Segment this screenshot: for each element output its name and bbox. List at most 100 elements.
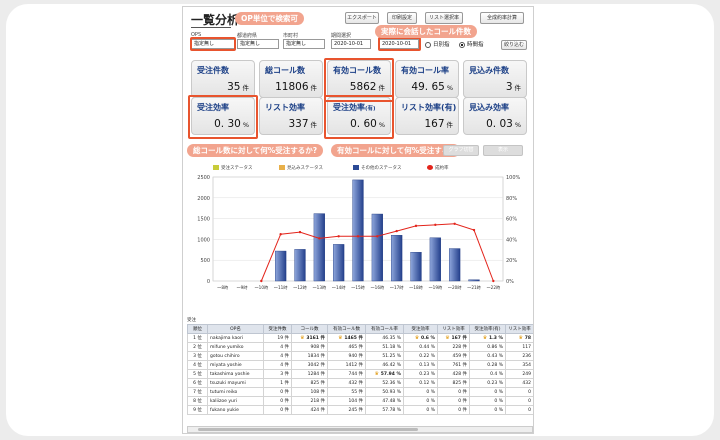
table-row[interactable]: 4 位 miyata yoshie 4 件 3042 件 1412 件 46.42 % 0.… [187, 360, 533, 370]
x-tick-label: 〜12時 [293, 285, 308, 290]
rate-point [260, 279, 263, 283]
callout-total-efficiency: 総コール数に対して何%受注するか? [187, 144, 324, 157]
export-button[interactable]: エクスポート [345, 12, 379, 24]
kpi-value: 337 件 [288, 118, 317, 130]
table-cell: ♛ 1465 件 [327, 333, 366, 343]
x-tick-label: 〜9時 [236, 285, 248, 290]
bar [410, 252, 422, 282]
x-tick-label: 〜13時 [312, 285, 327, 290]
table-header-cell[interactable]: 有効コール数 [327, 324, 366, 334]
table-cell: takashima yoshie [207, 369, 264, 379]
table-cell: 0 % [403, 387, 438, 397]
table-cell: 52.36 % [365, 378, 404, 388]
table-cell: tsuzuki mayumi [207, 378, 264, 388]
table-cell: 4 件 [263, 342, 292, 352]
rate-point [337, 235, 340, 238]
table-row[interactable]: 5 位 takashima yoshie 3 件 1284 件 744 件 ♛ 57.94… [187, 369, 533, 379]
highlight-date [378, 37, 421, 51]
table-header-cell[interactable]: リスト効率 [437, 324, 470, 334]
table-caption: 受注 [187, 318, 196, 323]
rate-point [279, 233, 282, 236]
table-cell: 0.23 % [469, 378, 506, 388]
total-rate-calc-button[interactable]: 全成約率計算 [480, 12, 524, 24]
x-tick-label: 〜16時 [370, 285, 385, 290]
radio-day[interactable]: 日別指 [425, 40, 450, 48]
rate-point [356, 235, 360, 238]
table-row[interactable]: 2 位 mifune yumiko 4 件 908 件 465 件 51.18 % 0.44… [187, 342, 533, 352]
print-settings-button[interactable]: 印刷設定 [387, 12, 417, 24]
table-row[interactable]: 7 位 tutumi reiko 0 件 108 件 55 件 50.93 % 0 % 0 件… [187, 387, 533, 397]
table-row[interactable]: 9 位 fukano yukie 0 件 424 件 245 件 57.78 % 0 % 0 … [187, 405, 533, 415]
table-cell: miyata yoshie [207, 360, 264, 370]
kpi-label: 受注件数 [197, 66, 229, 75]
y2-tick-label: 60% [506, 217, 517, 223]
y-tick-label: 2500 [197, 175, 210, 181]
table-row[interactable]: 3 位 gotou chihiro 4 件 1834 件 940 件 51.25 % 0.2… [187, 351, 533, 361]
legend-swatch [213, 165, 219, 170]
table-header-cell[interactable]: 順位 [187, 324, 208, 334]
graph-toggle-button[interactable]: グラフ切替 [443, 145, 479, 156]
kpi-value: 0. 03% [486, 118, 521, 130]
table-cell: 46.35 % [365, 333, 404, 343]
radio-day-label: 日別指 [433, 42, 450, 48]
table-row[interactable]: 1 位 nakajima kaori 19 件 ♛ 3161 件 ♛ 1465 件 46.… [187, 333, 533, 343]
kpi-value: 3件 [505, 81, 522, 93]
table-cell: 50.93 % [365, 387, 404, 397]
display-button[interactable]: 表示 [483, 145, 523, 156]
table-cell: 0.23 % [403, 369, 438, 379]
date-from-input[interactable]: 2020-10-01 [331, 39, 371, 49]
radio-time[interactable]: 時間指 [459, 40, 484, 48]
kpi-card: 見込み効率 0. 03% [463, 97, 527, 135]
bar [294, 249, 306, 282]
table-cell: 459 件 [437, 351, 470, 361]
bar [333, 244, 345, 282]
pref-select[interactable]: 指定無し [237, 39, 279, 49]
scrollbar-thumb[interactable] [198, 428, 418, 431]
table-row[interactable]: 6 位 tsuzuki mayumi 1 件 825 件 432 件 52.36 % 0.1… [187, 378, 533, 388]
city-select[interactable]: 指定無し [283, 39, 325, 49]
table-header-cell[interactable]: 受注件数 [263, 324, 292, 334]
table-header-cell[interactable]: 受注効率(有) [469, 324, 506, 334]
table-header-cell[interactable]: 受注効率 [403, 324, 438, 334]
y-tick-label: 1000 [197, 237, 210, 243]
kpi-label: 見込み効率 [469, 103, 509, 112]
table-cell: 0 [505, 396, 533, 406]
table-row[interactable]: 8 位 kaliizoe yuri 0 件 218 件 104 件 47.48 % 0 % 0… [187, 396, 533, 406]
crown-icon: ♛ [482, 335, 489, 341]
kpi-label: 有効コール率 [401, 66, 449, 75]
table-cell: 1412 件 [327, 360, 366, 370]
bar [275, 250, 287, 282]
kpi-value: 167 件 [424, 118, 453, 130]
table-cell: 0 件 [437, 405, 470, 415]
crown-icon: ♛ [414, 335, 421, 341]
y-tick-label: 500 [200, 258, 210, 264]
kpi-unit: 件 [514, 84, 522, 92]
filter-button[interactable]: 絞り込む [501, 40, 527, 50]
table-header-cell[interactable]: 有効コール率 [365, 324, 404, 334]
legend-swatch [279, 165, 285, 170]
x-tick-label: 〜11時 [274, 285, 289, 290]
page-title: 一覧分析 [191, 13, 240, 27]
list-select-rate-button[interactable]: リスト選択率 [425, 12, 463, 24]
kpi-card: 見込み件数 3 件 [463, 60, 527, 98]
y2-tick-label: 100% [506, 175, 521, 181]
table-cell: 1 件 [263, 378, 292, 388]
kpi-unit: % [446, 84, 453, 92]
table-header-cell[interactable]: リスト効率 [505, 324, 533, 334]
crown-icon: ♛ [338, 335, 345, 341]
rate-point [318, 237, 321, 240]
table-header-cell[interactable]: コール数 [291, 324, 328, 334]
hourly-chart: 2500 100% 2000 80% 1500 60% 1000 40% 500 20% 0 0% 〜8… [197, 175, 521, 290]
x-tick-label: 〜18時 [409, 285, 424, 290]
bar [429, 237, 441, 282]
table-cell: 3 位 [187, 351, 208, 361]
table-cell: 0 件 [263, 387, 292, 397]
table-horizontal-scrollbar[interactable] [187, 426, 533, 433]
table-cell: ♛ 57.94 % [365, 369, 404, 379]
table-header-cell[interactable]: OP名 [207, 324, 264, 334]
y-tick-label: 1500 [197, 217, 210, 223]
table-cell: 218 件 [291, 396, 328, 406]
table-cell: 236 [505, 351, 533, 361]
table-body: 1 位 nakajima kaori 19 件 ♛ 3161 件 ♛ 1465 件 46.… [187, 333, 533, 415]
table-cell: 432 件 [327, 378, 366, 388]
